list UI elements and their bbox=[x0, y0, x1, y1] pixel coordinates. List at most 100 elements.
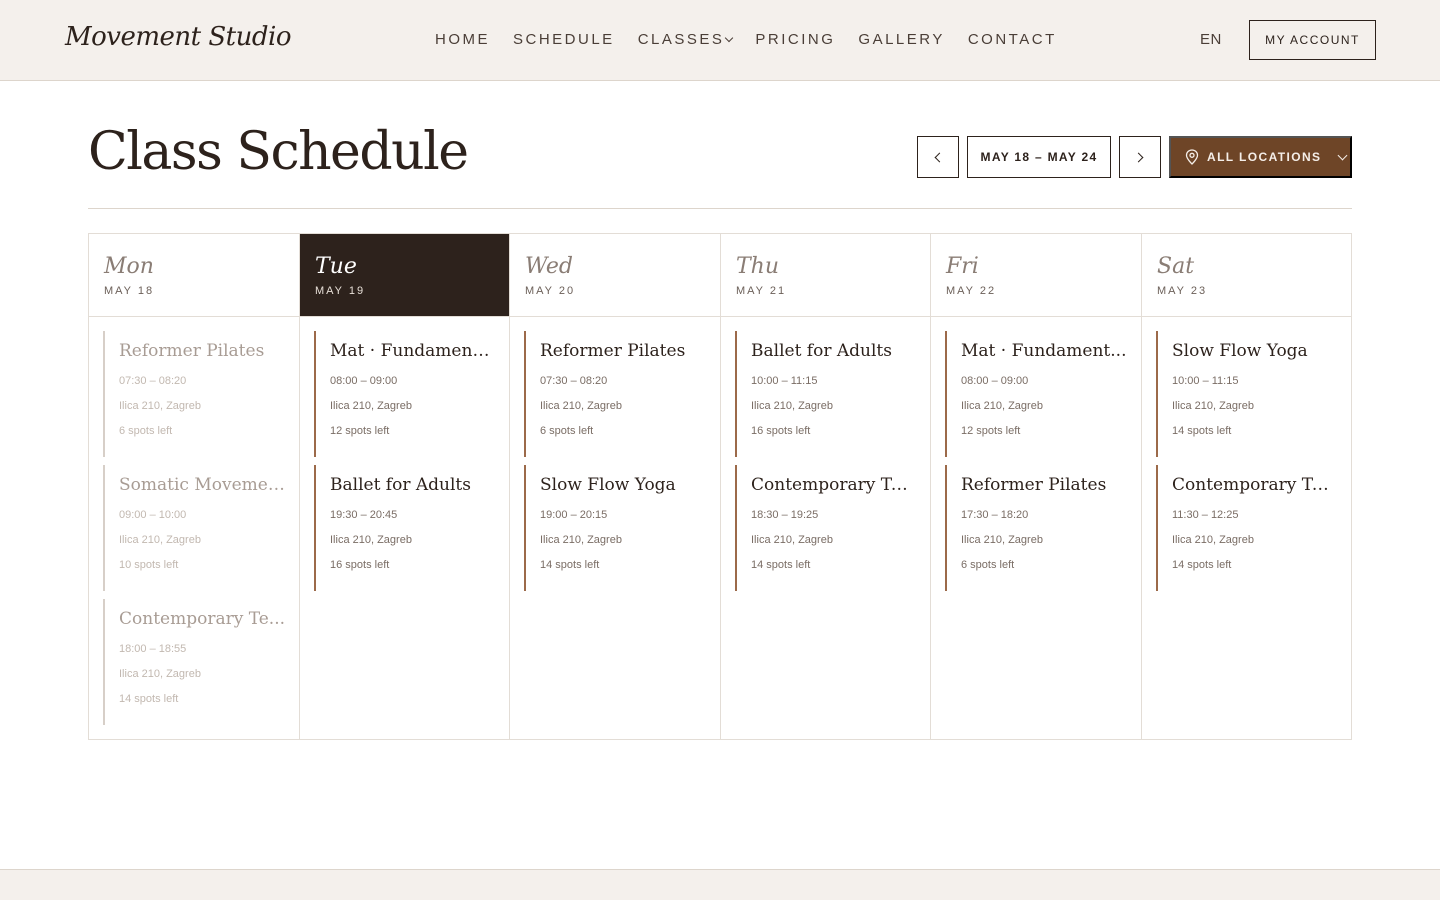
day-column: Thu MAY 21 Ballet for Adults 10:00 – 11:15 I… bbox=[721, 234, 931, 739]
nav-item-schedule[interactable]: SCHEDULE bbox=[513, 31, 615, 48]
class-time: 18:30 – 19:25 bbox=[751, 509, 819, 521]
nav-item-gallery[interactable]: GALLERY bbox=[858, 31, 944, 48]
class-list: Reformer Pilates 07:30 – 08:20 Ilica 210, … bbox=[89, 317, 299, 725]
class-location: Ilica 210, Zagreb bbox=[119, 400, 201, 412]
chevron-down-icon bbox=[725, 33, 734, 42]
class-card[interactable]: Contemporary Te... 11:30 – 12:25 Ilica 210… bbox=[1156, 465, 1337, 591]
nav-item-pricing[interactable]: PRICING bbox=[755, 31, 835, 48]
language-switcher[interactable]: EN bbox=[1200, 31, 1222, 48]
day-header[interactable]: Thu MAY 21 bbox=[721, 234, 930, 317]
class-location: Ilica 210, Zagreb bbox=[119, 534, 201, 546]
class-spots: 6 spots left bbox=[119, 425, 173, 437]
main-nav: HOME SCHEDULE CLASSES PRICING GALLERY CO… bbox=[435, 31, 1057, 48]
class-location: Ilica 210, Zagreb bbox=[751, 400, 833, 412]
class-card[interactable]: Slow Flow Yoga 10:00 – 11:15 Ilica 210, Za… bbox=[1156, 331, 1337, 457]
nav-item-home[interactable]: HOME bbox=[435, 31, 490, 48]
class-card[interactable]: Mat · Fundament... 08:00 – 09:00 Ilica 210… bbox=[314, 331, 495, 457]
class-spots: 12 spots left bbox=[961, 425, 1021, 437]
class-title: Slow Flow Yoga bbox=[1172, 341, 1308, 361]
class-spots: 14 spots left bbox=[751, 559, 811, 571]
next-week-button[interactable] bbox=[1119, 136, 1161, 178]
class-title: Reformer Pilates bbox=[119, 341, 265, 361]
class-location: Ilica 210, Zagreb bbox=[1172, 534, 1254, 546]
site-logo[interactable]: Movement Studio bbox=[65, 22, 291, 52]
class-title: Slow Flow Yoga bbox=[540, 475, 676, 495]
class-card[interactable]: Ballet for Adults 19:30 – 20:45 Ilica 210,… bbox=[314, 465, 495, 591]
previous-week-button[interactable] bbox=[917, 136, 959, 178]
class-spots: 14 spots left bbox=[1172, 425, 1232, 437]
day-name: Tue bbox=[315, 254, 357, 279]
class-time: 09:00 – 10:00 bbox=[119, 509, 187, 521]
class-spots: 16 spots left bbox=[330, 559, 390, 571]
class-spots: 16 spots left bbox=[751, 425, 811, 437]
day-date: MAY 23 bbox=[1157, 285, 1208, 297]
class-card[interactable]: Contemporary Te... 18:00 – 18:55 Ilica 210… bbox=[103, 599, 285, 725]
map-pin-icon bbox=[1185, 149, 1199, 165]
class-card[interactable]: Contemporary Te... 18:30 – 19:25 Ilica 210… bbox=[735, 465, 916, 591]
day-name: Mon bbox=[104, 254, 154, 279]
class-time: 19:30 – 20:45 bbox=[330, 509, 398, 521]
class-title: Contemporary Te... bbox=[1172, 475, 1337, 495]
class-location: Ilica 210, Zagreb bbox=[961, 534, 1043, 546]
class-card[interactable]: Reformer Pilates 17:30 – 18:20 Ilica 210, … bbox=[945, 465, 1127, 591]
day-header[interactable]: Tue MAY 19 bbox=[300, 234, 509, 317]
day-column: Tue MAY 19 Mat · Fundament... 08:00 – 09:00… bbox=[300, 234, 510, 739]
schedule-grid: Mon MAY 18 Reformer Pilates 07:30 – 08:20 Il… bbox=[88, 233, 1352, 740]
class-time: 07:30 – 08:20 bbox=[119, 375, 187, 387]
class-title: Somatic Movement bbox=[119, 475, 285, 495]
class-time: 11:30 – 12:25 bbox=[1172, 509, 1239, 521]
day-header[interactable]: Mon MAY 18 bbox=[89, 234, 299, 317]
class-time: 10:00 – 11:15 bbox=[1172, 375, 1239, 387]
nav-item-classes[interactable]: CLASSES bbox=[638, 31, 734, 48]
class-location: Ilica 210, Zagreb bbox=[119, 668, 201, 680]
my-account-button[interactable]: MY ACCOUNT bbox=[1249, 20, 1376, 60]
class-spots: 14 spots left bbox=[540, 559, 600, 571]
class-list: Reformer Pilates 07:30 – 08:20 Ilica 210, … bbox=[510, 317, 720, 591]
class-list: Slow Flow Yoga 10:00 – 11:15 Ilica 210, Za… bbox=[1142, 317, 1351, 591]
day-date: MAY 19 bbox=[315, 285, 366, 297]
class-list: Ballet for Adults 10:00 – 11:15 Ilica 210,… bbox=[721, 317, 930, 591]
day-name: Fri bbox=[946, 254, 979, 279]
day-header[interactable]: Wed MAY 20 bbox=[510, 234, 720, 317]
class-card[interactable]: Mat · Fundament... 08:00 – 09:00 Ilica 210… bbox=[945, 331, 1127, 457]
day-column: Wed MAY 20 Reformer Pilates 07:30 – 08:20 Il… bbox=[510, 234, 721, 739]
class-list: Mat · Fundament... 08:00 – 09:00 Ilica 210… bbox=[300, 317, 509, 591]
class-location: Ilica 210, Zagreb bbox=[751, 534, 833, 546]
class-time: 18:00 – 18:55 bbox=[119, 643, 187, 655]
class-time: 08:00 – 09:00 bbox=[330, 375, 398, 387]
day-name: Sat bbox=[1157, 254, 1195, 279]
class-card[interactable]: Somatic Movement 09:00 – 10:00 Ilica 210, … bbox=[103, 465, 285, 591]
location-filter-button[interactable]: ALL LOCATIONS bbox=[1169, 136, 1352, 178]
class-spots: 14 spots left bbox=[119, 693, 179, 705]
site-header: Movement Studio HOME SCHEDULE CLASSES PR… bbox=[0, 0, 1440, 81]
class-location: Ilica 210, Zagreb bbox=[330, 534, 412, 546]
class-title: Mat · Fundament... bbox=[330, 341, 495, 361]
class-time: 19:00 – 20:15 bbox=[540, 509, 608, 521]
day-name: Thu bbox=[736, 254, 780, 279]
chevron-down-icon bbox=[1337, 150, 1348, 160]
day-date: MAY 21 bbox=[736, 285, 787, 297]
class-location: Ilica 210, Zagreb bbox=[330, 400, 412, 412]
class-spots: 12 spots left bbox=[330, 425, 390, 437]
class-title: Contemporary Te... bbox=[119, 609, 285, 629]
day-header[interactable]: Fri MAY 22 bbox=[931, 234, 1141, 317]
class-location: Ilica 210, Zagreb bbox=[540, 534, 622, 546]
week-range-button[interactable]: MAY 18 – MAY 24 bbox=[967, 136, 1111, 178]
nav-item-contact[interactable]: CONTACT bbox=[968, 31, 1057, 48]
class-title: Reformer Pilates bbox=[961, 475, 1107, 495]
title-divider bbox=[88, 208, 1352, 209]
location-filter-label: ALL LOCATIONS bbox=[1207, 150, 1322, 164]
class-time: 07:30 – 08:20 bbox=[540, 375, 608, 387]
class-card[interactable]: Ballet for Adults 10:00 – 11:15 Ilica 210,… bbox=[735, 331, 916, 457]
day-date: MAY 22 bbox=[946, 285, 997, 297]
class-time: 08:00 – 09:00 bbox=[961, 375, 1029, 387]
class-title: Mat · Fundament... bbox=[961, 341, 1127, 361]
class-spots: 6 spots left bbox=[961, 559, 1015, 571]
class-card[interactable]: Reformer Pilates 07:30 – 08:20 Ilica 210, … bbox=[103, 331, 285, 457]
class-spots: 6 spots left bbox=[540, 425, 594, 437]
site-footer bbox=[0, 869, 1440, 900]
day-header[interactable]: Sat MAY 23 bbox=[1142, 234, 1351, 317]
class-card[interactable]: Slow Flow Yoga 19:00 – 20:15 Ilica 210, Za… bbox=[524, 465, 706, 591]
class-card[interactable]: Reformer Pilates 07:30 – 08:20 Ilica 210, … bbox=[524, 331, 706, 457]
class-time: 10:00 – 11:15 bbox=[751, 375, 818, 387]
